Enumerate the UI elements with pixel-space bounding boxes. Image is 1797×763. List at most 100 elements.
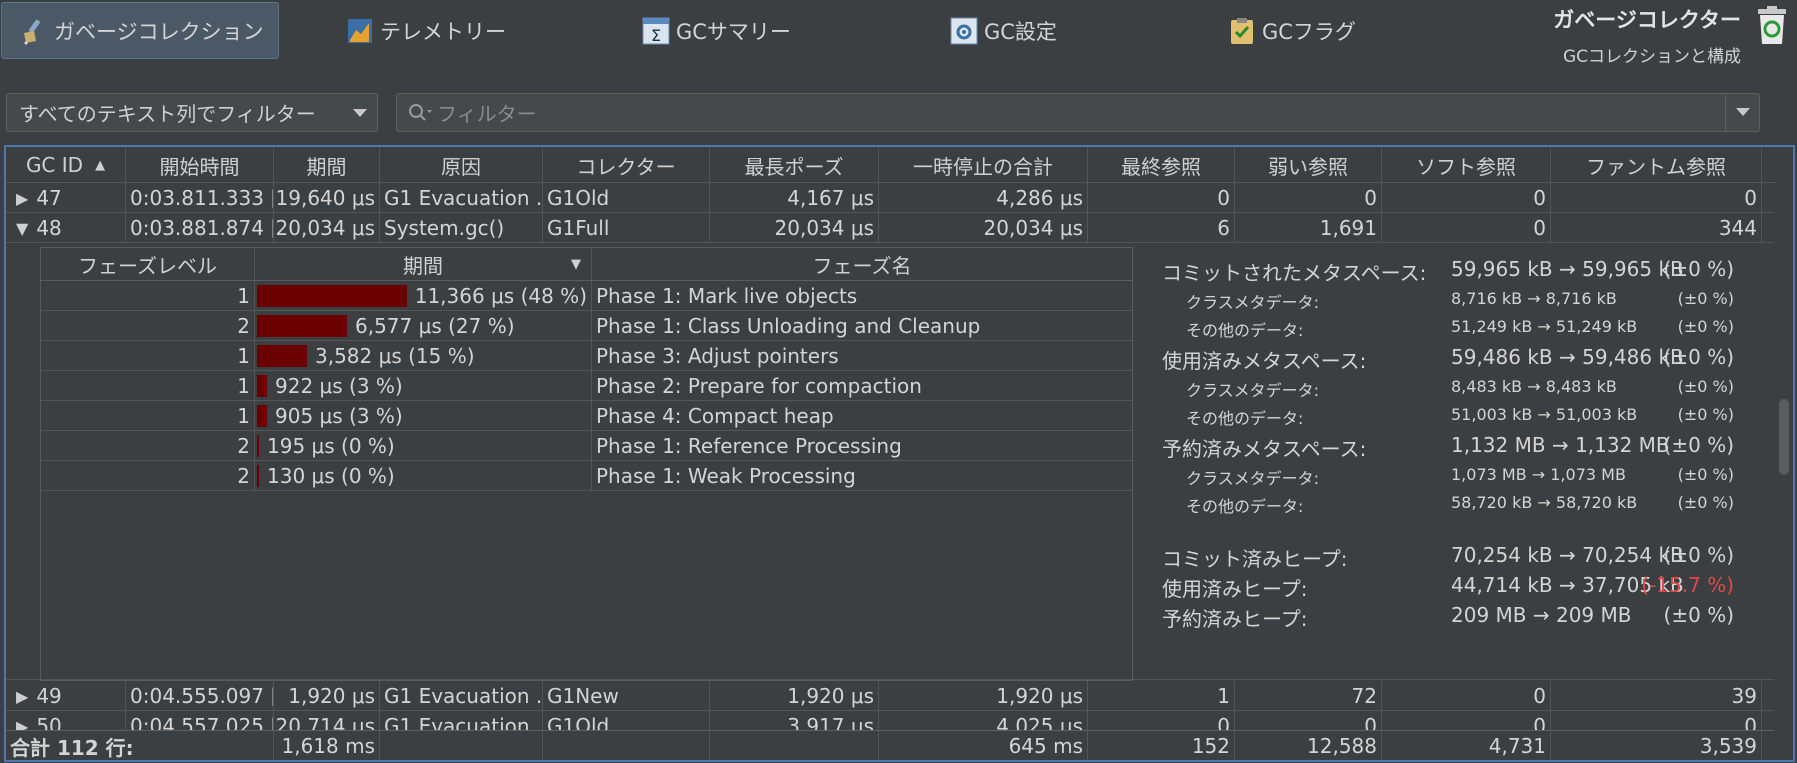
clipboard-icon	[1228, 17, 1256, 45]
memory-label: その他のデータ:	[1186, 409, 1304, 428]
view-subtitle: GCコレクションと構成	[1562, 47, 1741, 67]
table-row[interactable]: ▶47 0:03.811.333 [... 19,640 μs G1 Evacu…	[6, 183, 1776, 213]
memory-value: 209 MB → 209 MB	[1451, 603, 1632, 627]
sum-icon: Σ	[642, 17, 670, 45]
scrollbar-thumb[interactable]	[1779, 399, 1789, 475]
memory-value: 1,073 MB → 1,073 MB	[1451, 465, 1626, 484]
phase-name: Phase 3: Adjust pointers	[596, 344, 839, 368]
col-gc-id[interactable]: GC ID ▲	[6, 147, 126, 183]
col-longest-pause[interactable]: 最長ポーズ	[710, 147, 879, 183]
recycle-bin-icon	[1755, 6, 1789, 46]
memory-change: (±0 %)	[1677, 465, 1734, 484]
col-phase-name[interactable]: フェーズ名	[592, 248, 1132, 281]
phase-duration: 130 μs (0 %)	[267, 464, 395, 488]
table-row-expanded[interactable]: ▼48 0:03.881.874 [... 20,034 μs System.g…	[6, 213, 1776, 243]
col-soft-refs[interactable]: ソフト参照	[1382, 147, 1551, 183]
filter-search-input[interactable]: フィルター	[396, 93, 1760, 132]
view-title: ガベージコレクター GCコレクションと構成	[1553, 4, 1741, 67]
memory-label: その他のデータ:	[1186, 497, 1304, 516]
chevron-down-icon	[353, 109, 367, 117]
search-history-dropdown[interactable]	[1725, 94, 1759, 131]
expand-arrow-icon[interactable]: ▶	[16, 189, 28, 208]
table-row[interactable]: ▶49 0:04.555.097 [... 1,920 μs G1 Evacua…	[6, 681, 1776, 711]
phase-name: Phase 1: Reference Processing	[596, 434, 902, 458]
phase-name: Phase 1: Class Unloading and Cleanup	[596, 314, 981, 338]
memory-change: (±0 %)	[1677, 377, 1734, 396]
phase-table-header: フェーズレベル 期間 ▼ フェーズ名	[41, 248, 1132, 281]
phase-name: Phase 1: Mark live objects	[596, 284, 858, 308]
phase-level: 2	[41, 461, 255, 491]
col-phase-level[interactable]: フェーズレベル	[41, 248, 255, 281]
collapse-arrow-icon[interactable]: ▼	[16, 219, 28, 238]
memory-change: (±0 %)	[1663, 603, 1734, 627]
tab-gc-summary[interactable]: Σ GCサマリー	[642, 2, 791, 59]
memory-change: (±0 %)	[1663, 345, 1734, 369]
memory-change: (±0 %)	[1677, 493, 1734, 512]
phase-name: Phase 2: Prepare for compaction	[596, 374, 922, 398]
phase-duration: 922 μs (3 %)	[275, 374, 403, 398]
phase-level: 2	[41, 311, 255, 341]
search-placeholder: フィルター	[437, 102, 537, 126]
vertical-scrollbar[interactable]	[1774, 183, 1793, 731]
memory-value: 51,003 kB → 51,003 kB	[1451, 405, 1638, 424]
gc-table: GC ID ▲ 開始時間 期間 原因 コレクター 最長ポーズ 一時停止の合計 最終…	[4, 145, 1795, 762]
toolbar: ガベージコレクション テレメトリー Σ GCサマリー GC設定 GCフラグ ガベ…	[0, 0, 1797, 70]
memory-change: (±0 %)	[1677, 289, 1734, 308]
telemetry-icon	[346, 17, 374, 45]
col-weak-refs[interactable]: 弱い参照	[1235, 147, 1382, 183]
phase-duration-bar	[257, 345, 307, 367]
memory-change: (-15.7 %)	[1641, 573, 1734, 597]
col-phantom-refs[interactable]: ファントム参照	[1551, 147, 1762, 183]
phase-level: 1	[41, 401, 255, 431]
phase-row[interactable]: 1 11,366 μs (48 %) Phase 1: Mark live obje…	[41, 281, 1132, 311]
col-collector[interactable]: コレクター	[543, 147, 710, 183]
svg-text:Σ: Σ	[651, 26, 661, 45]
phase-level: 1	[41, 281, 255, 311]
phase-row[interactable]: 1 905 μs (3 %) Phase 4: Compact heap	[41, 401, 1132, 431]
phase-row[interactable]: 1 922 μs (3 %) Phase 2: Prepare for compac…	[41, 371, 1132, 401]
memory-label: その他のデータ:	[1186, 321, 1304, 340]
view-title-main: ガベージコレクター	[1553, 8, 1741, 32]
memory-label: 予約済みヒープ:	[1162, 607, 1308, 631]
tab-telemetry[interactable]: テレメトリー	[346, 2, 506, 59]
col-duration[interactable]: 期間	[274, 147, 380, 183]
memory-value: 70,254 kB → 70,254 kB	[1451, 543, 1684, 567]
phase-row[interactable]: 2 195 μs (0 %) Phase 1: Reference Processi…	[41, 431, 1132, 461]
totals-label: 合計 112 行:	[6, 731, 274, 760]
filter-column-select[interactable]: すべてのテキスト列でフィルター	[6, 93, 378, 132]
col-phase-duration[interactable]: 期間 ▼	[255, 248, 592, 281]
phase-duration: 6,577 μs (27 %)	[355, 314, 515, 338]
memory-change: (±0 %)	[1663, 433, 1734, 457]
table-totals: 合計 112 行: 1,618 ms 645 ms 152 12,588 4,7…	[6, 730, 1776, 760]
tab-gc-flags[interactable]: GCフラグ	[1228, 2, 1356, 59]
col-start-time[interactable]: 開始時間	[126, 147, 274, 183]
col-cause[interactable]: 原因	[380, 147, 543, 183]
memory-label: 使用済みメタスペース:	[1162, 349, 1367, 373]
memory-value: 59,486 kB → 59,486 kB	[1451, 345, 1684, 369]
broom-icon	[20, 17, 48, 45]
phase-row[interactable]: 2 6,577 μs (27 %) Phase 1: Class Unloading…	[41, 311, 1132, 341]
phase-duration-bar	[257, 465, 259, 487]
expand-arrow-icon[interactable]: ▶	[16, 687, 28, 706]
tab-gc-settings[interactable]: GC設定	[950, 2, 1057, 59]
phase-name: Phase 4: Compact heap	[596, 404, 834, 428]
col-total-pause[interactable]: 一時停止の合計	[879, 147, 1088, 183]
sort-descending-icon: ▼	[571, 257, 581, 272]
tab-label: テレメトリー	[380, 19, 506, 44]
tab-label: GC設定	[984, 19, 1057, 44]
phase-duration: 905 μs (3 %)	[275, 404, 403, 428]
phase-duration-bar	[257, 315, 347, 337]
gear-icon	[950, 17, 978, 45]
phase-duration: 3,582 μs (15 %)	[315, 344, 475, 368]
memory-change: (±0 %)	[1663, 257, 1734, 281]
phase-row[interactable]: 1 3,582 μs (15 %) Phase 3: Adjust pointers	[41, 341, 1132, 371]
phase-duration-bar	[257, 375, 267, 397]
table-header: GC ID ▲ 開始時間 期間 原因 コレクター 最長ポーズ 一時停止の合計 最終…	[6, 147, 1776, 183]
tab-garbage-collection[interactable]: ガベージコレクション	[1, 2, 279, 59]
col-final-refs[interactable]: 最終参照	[1088, 147, 1235, 183]
phase-row[interactable]: 2 130 μs (0 %) Phase 1: Weak Processing	[41, 461, 1132, 491]
memory-value: 8,483 kB → 8,483 kB	[1451, 377, 1617, 396]
phase-level: 1	[41, 341, 255, 371]
tab-label: GCサマリー	[676, 19, 791, 44]
memory-value: 8,716 kB → 8,716 kB	[1451, 289, 1617, 308]
